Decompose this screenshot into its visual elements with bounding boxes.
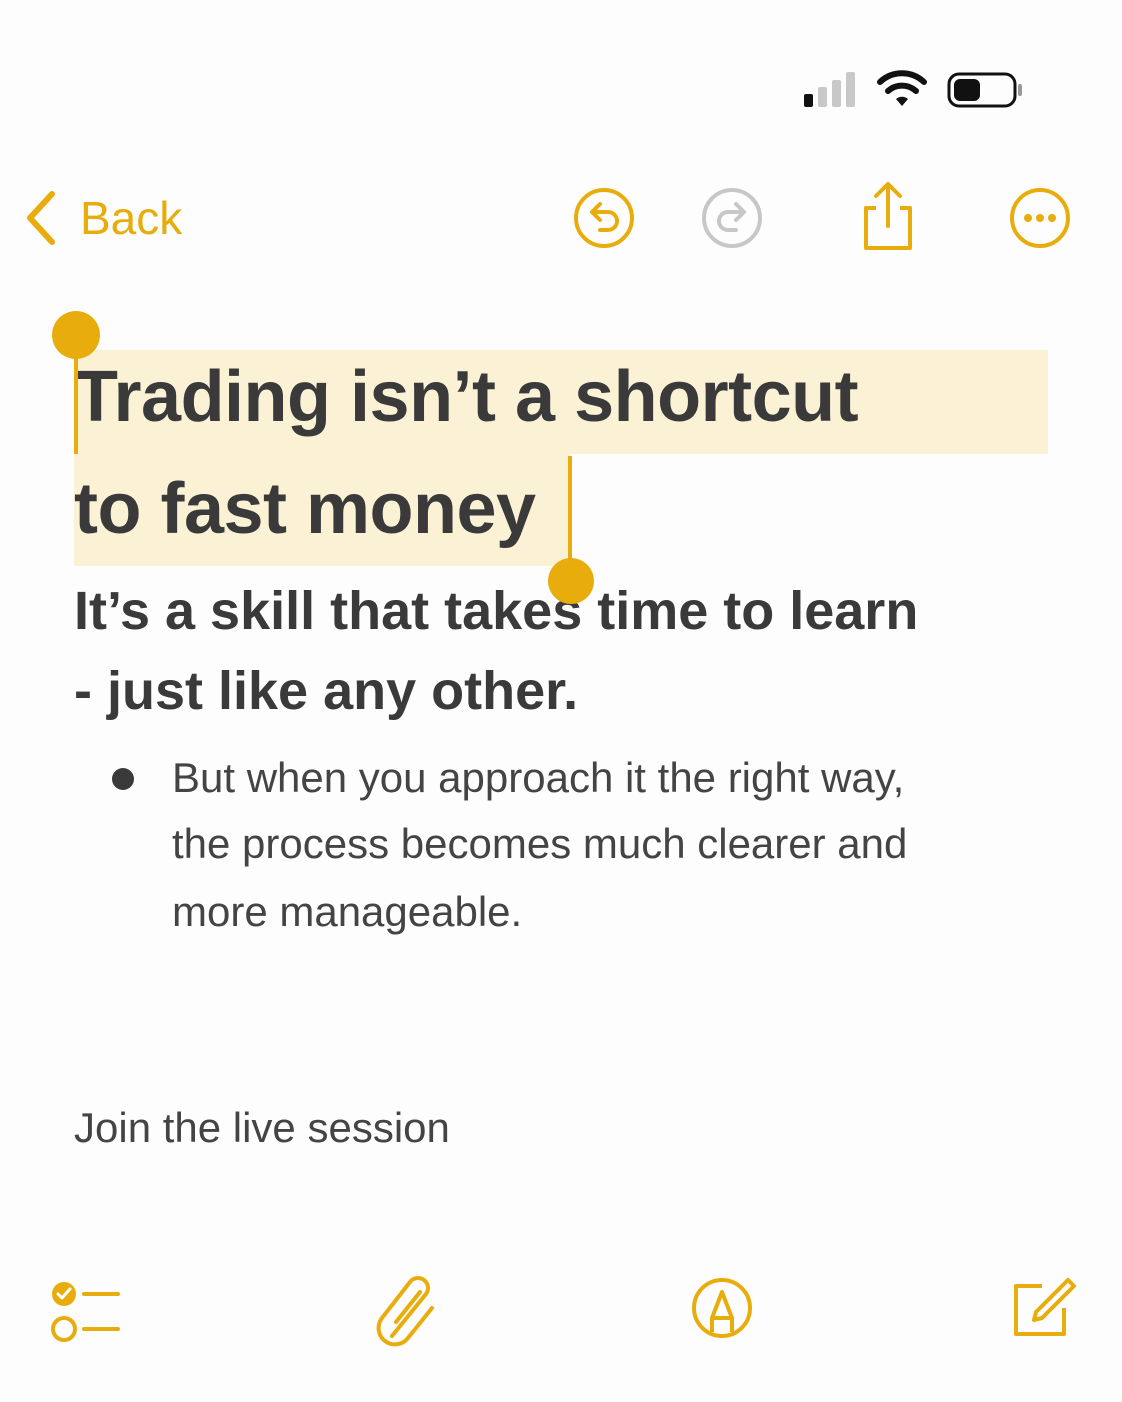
bullet-text-line: But when you approach it the right way, [172, 754, 905, 801]
bullet-text-line: more manageable. [172, 888, 523, 935]
cellular-signal-icon [804, 72, 855, 107]
attachment-icon[interactable] [374, 1274, 440, 1350]
selection-handle-start[interactable] [52, 311, 100, 359]
subtitle-line: - just like any other. [74, 661, 579, 721]
subtitle-line: It’s a skill that takes time to learn [74, 581, 919, 641]
compose-icon[interactable] [1010, 1274, 1076, 1340]
more-icon[interactable] [1008, 186, 1072, 250]
undo-icon[interactable] [572, 186, 636, 250]
checklist-icon[interactable] [48, 1274, 124, 1350]
title-line: to fast money [74, 469, 536, 549]
bullet-text-line: the process becomes much clearer and [172, 820, 908, 867]
markup-icon[interactable] [690, 1276, 754, 1340]
bottom-toolbar [0, 1260, 1122, 1360]
back-button[interactable]: Back [22, 188, 182, 248]
wifi-icon [877, 70, 927, 106]
chevron-left-icon [27, 191, 55, 245]
bullet-icon [112, 768, 134, 790]
redo-icon[interactable] [700, 186, 764, 250]
share-icon[interactable] [856, 180, 920, 254]
selection-handle-end[interactable] [548, 558, 594, 604]
back-label: Back [80, 192, 183, 244]
title-line: Trading isn’t a shortcut [74, 357, 859, 437]
battery-icon [947, 72, 1022, 108]
selection-caret-end [568, 456, 572, 568]
note-body-text[interactable]: Join the live session [74, 1104, 450, 1152]
status-bar [800, 66, 1030, 116]
nav-bar: Back [0, 180, 1122, 260]
